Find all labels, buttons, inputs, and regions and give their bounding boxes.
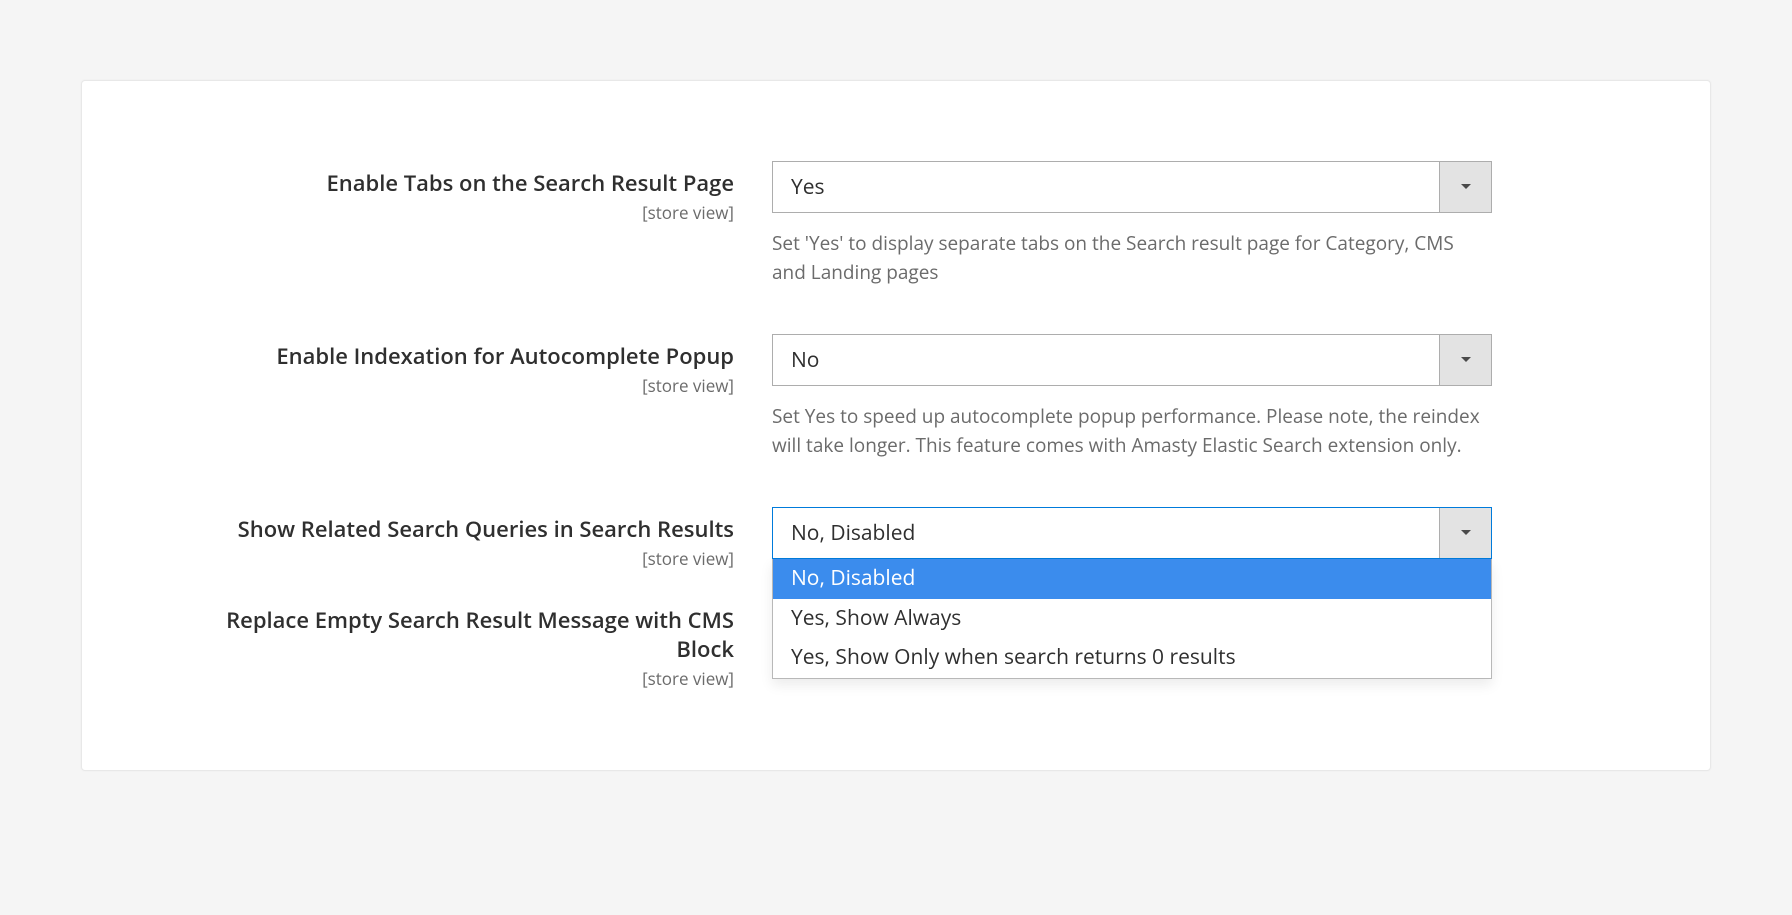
label-column: Replace Empty Search Result Message with… — [202, 598, 772, 690]
field-show-related: Show Related Search Queries in Search Re… — [202, 507, 1590, 570]
dropdown-option-no-disabled[interactable]: No, Disabled — [773, 559, 1491, 599]
field-label: Replace Empty Search Result Message with… — [202, 606, 734, 665]
field-label: Enable Indexation for Autocomplete Popup — [202, 342, 734, 372]
show-related-dropdown: No, Disabled Yes, Show Always Yes, Show … — [772, 559, 1492, 679]
dropdown-arrow-icon[interactable] — [1439, 508, 1491, 558]
control-column: No Set Yes to speed up autocomplete popu… — [772, 334, 1492, 459]
dropdown-arrow-icon[interactable] — [1439, 162, 1491, 212]
field-scope: [store view] — [202, 201, 734, 224]
select-value[interactable]: Yes — [773, 162, 1439, 212]
dropdown-option-yes-zero[interactable]: Yes, Show Only when search returns 0 res… — [773, 638, 1491, 678]
field-label: Enable Tabs on the Search Result Page — [202, 169, 734, 199]
control-column: Yes Set 'Yes' to display separate tabs o… — [772, 161, 1492, 286]
field-label: Show Related Search Queries in Search Re… — [202, 515, 734, 545]
field-scope: [store view] — [202, 547, 734, 570]
field-enable-tabs: Enable Tabs on the Search Result Page [s… — [202, 161, 1590, 286]
select-value[interactable]: No — [773, 335, 1439, 385]
enable-indexation-select[interactable]: No — [772, 334, 1492, 386]
dropdown-arrow-icon[interactable] — [1439, 335, 1491, 385]
field-enable-indexation: Enable Indexation for Autocomplete Popup… — [202, 334, 1590, 459]
settings-panel: Enable Tabs on the Search Result Page [s… — [81, 80, 1711, 771]
control-column: No, Disabled No, Disabled Yes, Show Alwa… — [772, 507, 1492, 559]
enable-tabs-select[interactable]: Yes — [772, 161, 1492, 213]
field-scope: [store view] — [202, 374, 734, 397]
label-column: Enable Indexation for Autocomplete Popup… — [202, 334, 772, 397]
label-column: Show Related Search Queries in Search Re… — [202, 507, 772, 570]
label-column: Enable Tabs on the Search Result Page [s… — [202, 161, 772, 224]
show-related-select[interactable]: No, Disabled — [772, 507, 1492, 559]
field-helper: Set Yes to speed up autocomplete popup p… — [772, 402, 1492, 459]
field-scope: [store view] — [202, 667, 734, 690]
select-value[interactable]: No, Disabled — [773, 508, 1439, 558]
field-helper: Set 'Yes' to display separate tabs on th… — [772, 229, 1492, 286]
dropdown-option-yes-always[interactable]: Yes, Show Always — [773, 599, 1491, 639]
